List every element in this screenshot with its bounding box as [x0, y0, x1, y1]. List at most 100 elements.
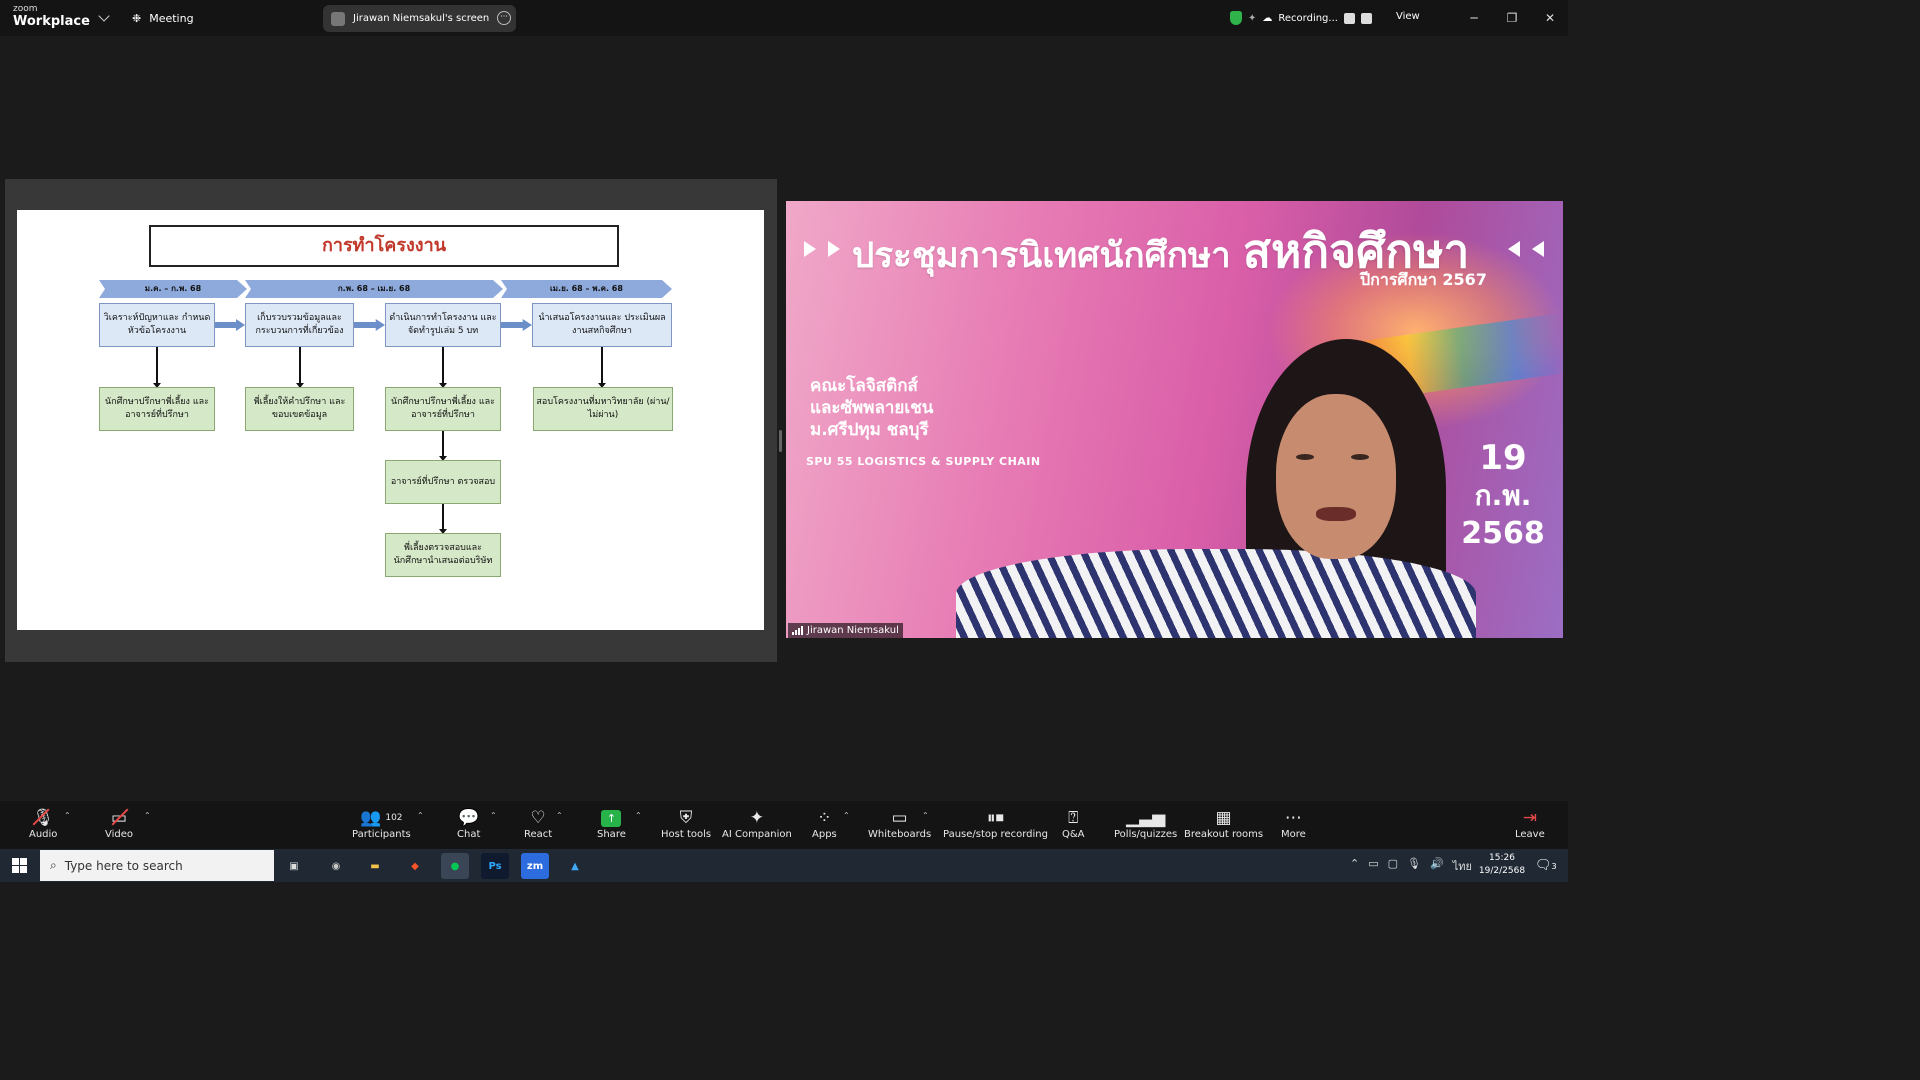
- sparkle-icon[interactable]: ✦: [1248, 13, 1256, 24]
- camera-off-icon: ▭: [110, 808, 128, 828]
- cloud-recording-icon: ☁: [1262, 12, 1273, 24]
- connector-line: [598, 347, 606, 388]
- task-view-icon[interactable]: ▣: [280, 853, 308, 879]
- video-button[interactable]: ▭ Video: [105, 807, 133, 840]
- taskbar-clock[interactable]: 15:26 19/2/2568: [1478, 852, 1526, 878]
- video-options-chevron-icon[interactable]: ⌃: [144, 811, 151, 820]
- photoshop-icon[interactable]: Ps: [481, 853, 509, 879]
- whiteboards-label: Whiteboards: [868, 829, 932, 840]
- clock-date: 19/2/2568: [1478, 866, 1526, 876]
- photos-app-icon[interactable]: ▲: [561, 853, 589, 879]
- qa-button[interactable]: ⍰ Q&A: [1062, 807, 1085, 840]
- phase-1: ม.ค. – ก.พ. 68: [99, 280, 247, 298]
- security-shield-icon[interactable]: [1230, 11, 1242, 25]
- shield-icon: ⛨: [679, 808, 693, 828]
- connector-line: [296, 347, 304, 388]
- result-mentor-advice: พี่เลี้ยงให้คำปรึกษา และขอบเขตข้อมูล: [245, 387, 354, 431]
- connector-line: [439, 431, 447, 461]
- share-options-chevron-icon[interactable]: ⌃: [635, 811, 642, 820]
- audio-options-chevron-icon[interactable]: ⌃: [64, 811, 71, 820]
- pause-recording-button[interactable]: ⏸⏹ Pause/stop recording: [943, 807, 1048, 840]
- screen-share-pill[interactable]: Jirawan Niemsakul's screen ···: [323, 5, 516, 32]
- question-icon: ⍰: [1068, 808, 1079, 828]
- windows-start-icon[interactable]: [12, 858, 27, 873]
- phase-3: เม.ย. 68 – พ.ค. 68: [501, 280, 672, 298]
- pause-stop-icon: ⏸⏹: [986, 808, 1004, 828]
- breakout-rooms-button[interactable]: ▦ Breakout rooms: [1184, 807, 1263, 840]
- triangle-right-icon: [828, 241, 840, 257]
- step-execute: ดำเนินการทำโครงงาน และจัดทำรูปเล่ม 5 บท: [385, 303, 501, 347]
- ai-companion-button[interactable]: ✦ AI Companion: [722, 807, 792, 840]
- participant-name-tag: Jirawan Niemsakul: [788, 623, 903, 638]
- more-button[interactable]: ⋯ More: [1281, 807, 1306, 840]
- host-tools-button[interactable]: ⛨ Host tools: [661, 807, 711, 840]
- chevron-down-icon[interactable]: [98, 10, 110, 22]
- volume-icon[interactable]: 🔊: [1430, 857, 1444, 875]
- flow-arrow: [354, 319, 385, 331]
- zoom-taskbar-icon[interactable]: zm: [521, 853, 549, 879]
- pause-recording-icon[interactable]: [1343, 12, 1355, 24]
- microphone-icon[interactable]: 🎙: [1407, 857, 1421, 875]
- check-advisor: อาจารย์ที่ปรึกษา ตรวจสอบ: [385, 460, 501, 504]
- share-button[interactable]: ↑ Share: [597, 807, 626, 840]
- faculty-line-3: ม.ศรีปทุม ชลบุรี: [810, 420, 929, 440]
- brave-browser-icon[interactable]: ◆: [401, 853, 429, 879]
- phase-2: ก.พ. 68 – เม.ย. 68: [245, 280, 503, 298]
- apps-options-chevron-icon[interactable]: ⌃: [843, 811, 850, 820]
- file-explorer-icon[interactable]: ▬: [361, 853, 389, 879]
- connector-line: [439, 347, 447, 388]
- network-icon[interactable]: ▭: [1368, 857, 1378, 875]
- screen-share-label: Jirawan Niemsakul's screen: [353, 13, 490, 24]
- close-icon[interactable]: ✕: [1540, 8, 1560, 28]
- banner-heading-small: ประชุมการนิเทศนักศึกษา: [852, 236, 1231, 276]
- recording-status: ✦ ☁ Recording...: [1230, 8, 1372, 28]
- audio-button[interactable]: 🎙 Audio: [29, 807, 57, 840]
- bar-chart-icon: ▁▃▅: [1126, 808, 1166, 828]
- chat-options-chevron-icon[interactable]: ⌃: [490, 811, 497, 820]
- more-icon: ⋯: [1284, 808, 1302, 828]
- react-button[interactable]: ♡ React: [524, 807, 552, 840]
- more-options-icon[interactable]: ···: [497, 11, 511, 25]
- search-icon: ⌕: [50, 858, 57, 872]
- signal-bars-icon: [792, 626, 803, 635]
- whiteboards-options-chevron-icon[interactable]: ⌃: [922, 811, 929, 820]
- apps-label: Apps: [812, 829, 837, 840]
- windows-taskbar: ⌕ Type here to search ▣ ◉ ▬ ◆ ● Ps zm ▲ …: [0, 849, 1568, 882]
- participants-button[interactable]: 👥 102 Participants: [352, 807, 411, 840]
- line-app-icon[interactable]: ●: [441, 853, 469, 879]
- participant-video: ประชุมการนิเทศนักศึกษา สหกิจศึกษา ปีการศ…: [786, 201, 1563, 638]
- polls-button[interactable]: ▁▃▅ Polls/quizzes: [1114, 807, 1177, 840]
- view-button[interactable]: View: [1396, 11, 1420, 22]
- triangle-left-icon: [1532, 241, 1544, 257]
- apps-button[interactable]: ⁘ Apps: [812, 807, 837, 840]
- stop-recording-icon[interactable]: [1360, 12, 1372, 24]
- notification-center-icon[interactable]: 🗨3: [1535, 858, 1557, 873]
- connector-line: [439, 504, 447, 534]
- faculty-text: คณะโลจิสติกส์ และซัพพลายเชน ม.ศรีปทุม ชล…: [810, 375, 933, 441]
- restore-icon[interactable]: ❐: [1502, 8, 1522, 28]
- connector-line: [153, 347, 161, 388]
- display-icon[interactable]: ▢: [1388, 857, 1398, 875]
- audio-label: Audio: [29, 829, 58, 840]
- split-view-handle[interactable]: [779, 430, 782, 452]
- person-face: [1276, 394, 1396, 559]
- app-icon[interactable]: ◉: [322, 853, 350, 879]
- participants-count: 102: [385, 813, 403, 823]
- react-options-chevron-icon[interactable]: ⌃: [556, 811, 563, 820]
- meeting-menu[interactable]: ❉ Meeting: [132, 10, 194, 26]
- input-language[interactable]: ไทย: [1453, 857, 1472, 875]
- taskbar-search[interactable]: ⌕ Type here to search: [40, 850, 274, 881]
- system-tray: ⌃ ▭ ▢ 🎙 🔊 ไทย: [1350, 857, 1472, 875]
- participants-label: Participants: [352, 829, 411, 840]
- minimize-icon[interactable]: ─: [1464, 8, 1484, 28]
- chevron-up-icon[interactable]: ⌃: [1350, 857, 1359, 875]
- flow-arrow: [215, 319, 245, 331]
- participants-options-chevron-icon[interactable]: ⌃: [417, 811, 424, 820]
- leave-button[interactable]: ⇥ Leave: [1515, 807, 1545, 840]
- react-label: React: [524, 829, 553, 840]
- chat-button[interactable]: 💬 Chat: [457, 807, 480, 840]
- host-tools-label: Host tools: [661, 829, 712, 840]
- notification-count: 3: [1551, 862, 1557, 871]
- leave-label: Leave: [1515, 829, 1545, 840]
- share-label: Share: [597, 829, 626, 840]
